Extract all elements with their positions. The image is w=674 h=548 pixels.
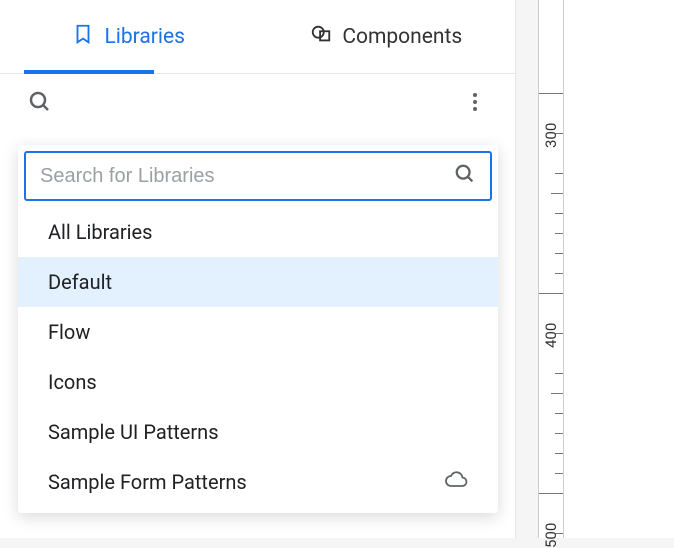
list-item[interactable]: Sample Form Patterns — [18, 457, 498, 507]
ruler-mark: 400 — [542, 323, 560, 348]
list-item[interactable]: Default — [18, 257, 498, 307]
kebab-menu-icon[interactable] — [463, 90, 487, 114]
list-item-label: Sample Form Patterns — [48, 470, 247, 494]
search-icon — [454, 163, 476, 189]
list-item-label: Default — [48, 270, 112, 294]
components-icon — [310, 23, 332, 51]
tab-label: Libraries — [104, 25, 185, 49]
ruler-mark: 500 — [542, 523, 560, 548]
library-search-input[interactable] — [40, 165, 454, 188]
library-dropdown: All Libraries Default Flow Icons Sample … — [18, 145, 498, 513]
canvas-area[interactable] — [564, 0, 674, 538]
tab-libraries[interactable]: Libraries — [0, 0, 258, 73]
list-item[interactable]: Flow — [18, 307, 498, 357]
ruler-mark: 300 — [542, 123, 560, 148]
list-item[interactable]: Sample UI Patterns — [18, 407, 498, 457]
panel-toolbar — [0, 74, 515, 130]
bookmark-icon — [72, 23, 94, 51]
list-item-label: All Libraries — [48, 220, 152, 244]
library-search-box[interactable] — [24, 151, 492, 201]
list-item-label: Flow — [48, 320, 90, 344]
vertical-ruler: 300 400 500 — [538, 0, 564, 538]
tab-label: Components — [342, 25, 462, 49]
list-item-label: Icons — [48, 370, 97, 394]
library-list: All Libraries Default Flow Icons Sample … — [18, 207, 498, 507]
tabs: Libraries Components — [0, 0, 515, 74]
search-icon[interactable] — [28, 90, 52, 114]
cloud-icon — [444, 468, 468, 497]
list-item-label: Sample UI Patterns — [48, 420, 219, 444]
tab-components[interactable]: Components — [258, 0, 516, 73]
list-item[interactable]: Icons — [18, 357, 498, 407]
list-item[interactable]: All Libraries — [18, 207, 498, 257]
libraries-panel: Libraries Components — [0, 0, 516, 538]
